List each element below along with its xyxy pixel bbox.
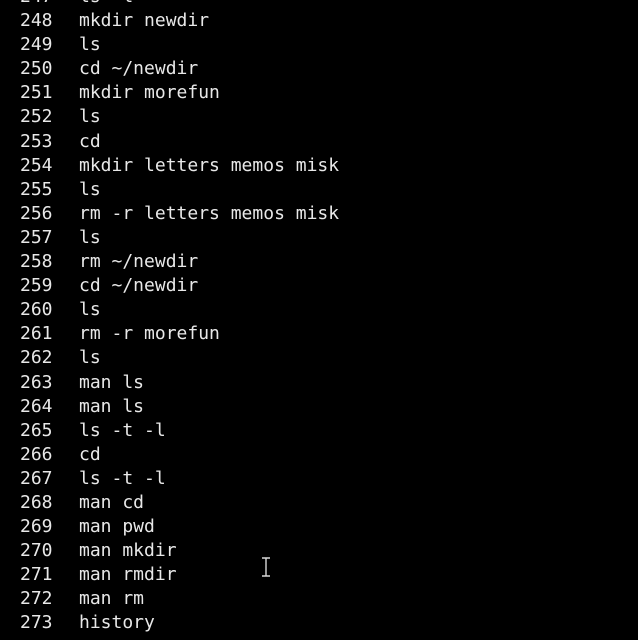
terminal-window[interactable]: 247 ls -l 248 mkdir newdir 249 ls 250 cd ~/newd… <box>0 0 638 640</box>
history-line-number: 254 <box>20 154 53 176</box>
history-line: 256 rm -r letters memos misk <box>0 202 638 226</box>
history-command: ls <box>79 226 101 248</box>
text-ibeam-cursor-icon <box>262 557 270 577</box>
history-line-number: 273 <box>20 612 53 634</box>
history-command: cd <box>79 130 101 152</box>
history-line: 255 ls <box>0 178 638 202</box>
history-line-number: 272 <box>20 588 53 610</box>
history-line: 247 ls -l <box>0 0 638 9</box>
history-line-number: 270 <box>20 540 53 562</box>
history-command: man ls <box>79 395 145 417</box>
history-command: mkdir letters memos misk <box>79 154 340 176</box>
history-line: 271 man rmdir <box>0 563 638 587</box>
history-line: 257 ls <box>0 226 638 250</box>
history-command: ls <box>79 178 101 200</box>
history-line-number: 248 <box>20 10 53 32</box>
history-line-number: 247 <box>20 0 64 9</box>
history-command: ls <box>79 34 101 56</box>
history-command: mkdir morefun <box>79 82 220 104</box>
history-command: history <box>79 612 155 634</box>
history-command: rm ~/newdir <box>79 251 199 273</box>
history-line-number: 271 <box>20 564 53 586</box>
history-line: 268 man cd <box>0 491 638 515</box>
history-line: 249 ls <box>0 33 638 57</box>
history-command: ls -l <box>79 0 133 9</box>
history-line: 263 man ls <box>0 371 638 395</box>
history-command: cd <box>79 443 101 465</box>
history-command: mkdir newdir <box>79 10 210 32</box>
history-line: 264 man ls <box>0 395 638 419</box>
history-line-number: 252 <box>20 106 53 128</box>
history-command: man ls <box>79 371 145 393</box>
history-line: 273 history <box>0 611 638 635</box>
history-line-number: 266 <box>20 443 53 465</box>
history-line-number: 260 <box>20 299 53 321</box>
history-line: 265 ls -t -l <box>0 419 638 443</box>
history-line-number: 257 <box>20 226 53 248</box>
history-line-number: 268 <box>20 491 53 513</box>
history-command: man rmdir <box>79 564 177 586</box>
history-line: 261 rm -r morefun <box>0 322 638 346</box>
history-line: 259 cd ~/newdir <box>0 274 638 298</box>
history-command: ls <box>79 106 101 128</box>
history-line-number: 259 <box>20 275 53 297</box>
history-line-number: 262 <box>20 347 53 369</box>
history-line: 254 mkdir letters memos misk <box>0 154 638 178</box>
history-command: man rm <box>79 588 145 610</box>
history-command: cd ~/newdir <box>79 58 199 80</box>
history-command: man pwd <box>79 516 155 538</box>
history-command: ls <box>79 299 101 321</box>
history-command: ls <box>79 347 101 369</box>
history-line: 252 ls <box>0 105 638 129</box>
history-command: man cd <box>79 491 145 513</box>
history-line-number: 265 <box>20 419 53 441</box>
history-line-number: 263 <box>20 371 53 393</box>
history-command: rm -r letters memos misk <box>79 202 340 224</box>
history-line: 266 cd <box>0 443 638 467</box>
history-line: 253 cd <box>0 130 638 154</box>
history-command: ls -t -l <box>79 419 166 441</box>
history-line-number: 253 <box>20 130 53 152</box>
history-line-number: 256 <box>20 202 53 224</box>
history-line-number: 251 <box>20 82 53 104</box>
history-line-number: 249 <box>20 34 53 56</box>
history-command: cd ~/newdir <box>79 275 199 297</box>
history-line: 269 man pwd <box>0 515 638 539</box>
history-line: 248 mkdir newdir <box>0 9 638 33</box>
history-line: 251 mkdir morefun <box>0 81 638 105</box>
history-line: 262 ls <box>0 346 638 370</box>
history-line-number: 255 <box>20 178 53 200</box>
history-line: 270 man mkdir <box>0 539 638 563</box>
history-output: 247 ls -l 248 mkdir newdir 249 ls 250 cd ~/newd… <box>0 0 638 636</box>
history-line-number: 261 <box>20 323 53 345</box>
history-command: man mkdir <box>79 540 177 562</box>
history-line-number: 250 <box>20 58 53 80</box>
history-line-number: 258 <box>20 251 53 273</box>
history-line: 260 ls <box>0 298 638 322</box>
history-line: 250 cd ~/newdir <box>0 57 638 81</box>
history-line-number: 269 <box>20 516 53 538</box>
history-line-number: 267 <box>20 467 53 489</box>
history-command: rm -r morefun <box>79 323 220 345</box>
history-line: 272 man rm <box>0 587 638 611</box>
history-line: 258 rm ~/newdir <box>0 250 638 274</box>
history-line: 267 ls -t -l <box>0 467 638 491</box>
history-line-number: 264 <box>20 395 53 417</box>
history-command: ls -t -l <box>79 467 166 489</box>
